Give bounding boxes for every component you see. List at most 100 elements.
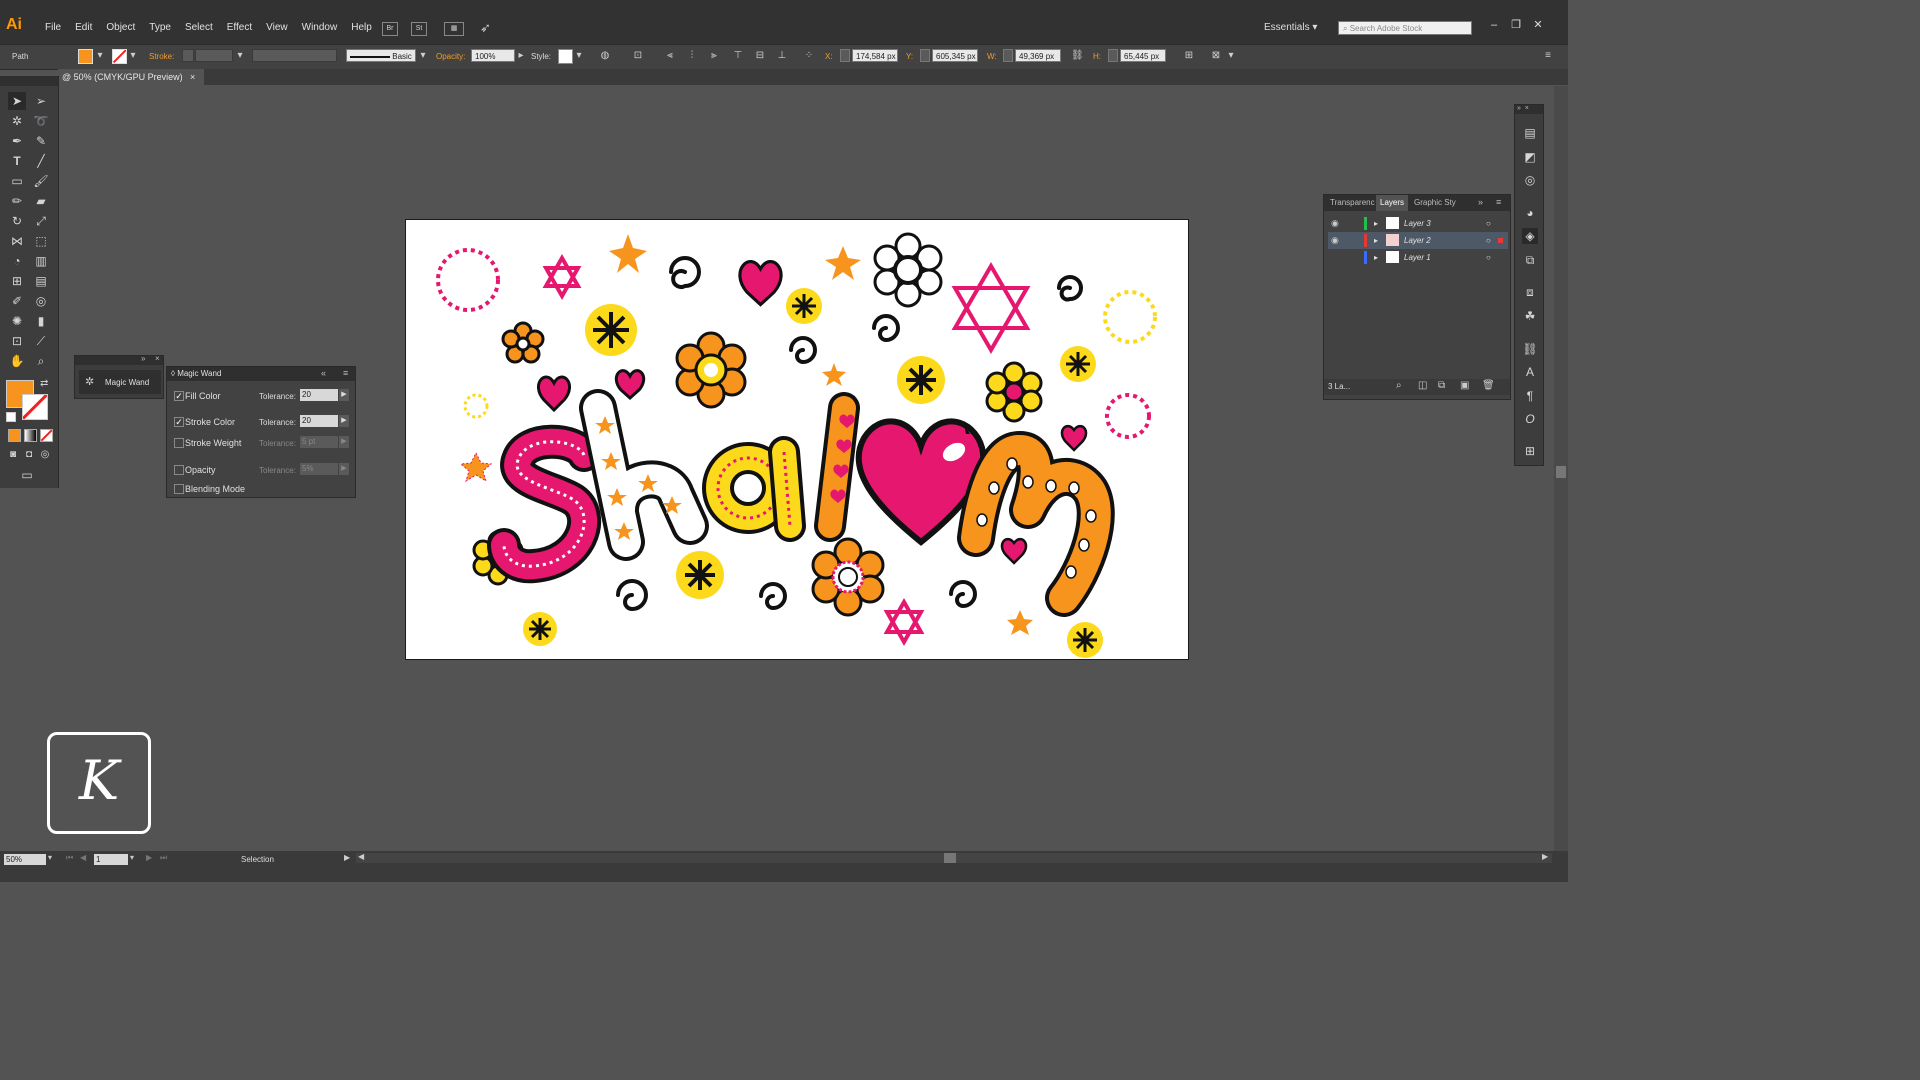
direct-selection-tool-icon[interactable]: ➢ (32, 92, 50, 110)
hand-tool-icon[interactable]: ✋ (8, 352, 26, 370)
panel-menu-icon[interactable]: ≡ (343, 368, 348, 378)
tab-layers[interactable]: Layers (1376, 195, 1409, 211)
stroke-color-swatch[interactable] (22, 394, 48, 420)
magic-wand-panel-header[interactable]: ◊ Magic Wand « ≡ (167, 367, 355, 381)
scroll-right-icon[interactable]: ▶ (1542, 852, 1548, 861)
target-circle-icon[interactable]: ○ (1486, 232, 1491, 249)
isolate-dropdown-icon[interactable]: ▾ (1225, 50, 1237, 62)
expand-layer-icon[interactable]: ▸ (1374, 232, 1378, 249)
brush-definition-field[interactable]: Basic (346, 49, 416, 62)
w-field[interactable]: 49,369 px (1015, 49, 1061, 62)
fill-dropdown-icon[interactable]: ▾ (94, 50, 106, 62)
locate-object-icon[interactable]: ⌕ (1396, 380, 1402, 391)
opentype-icon[interactable]: O (1522, 411, 1538, 427)
fill-swatch[interactable] (78, 49, 93, 64)
restore-button[interactable]: ❐ (1508, 18, 1524, 32)
target-circle-icon[interactable]: ○ (1486, 215, 1491, 232)
document-tab[interactable]: @ 50% (CMYK/GPU Preview) × (58, 69, 204, 85)
rectangle-tool-icon[interactable]: ▭ (8, 172, 26, 190)
stroke-color-checkbox[interactable]: ✓ (174, 417, 184, 427)
magic-wand-panel-button[interactable]: ✲ Magic Wand (79, 370, 161, 394)
graphic-style-swatch[interactable] (558, 49, 573, 64)
collapse-icon[interactable]: » (141, 354, 145, 363)
symbol-sprayer-tool-icon[interactable]: ✺ (8, 312, 26, 330)
next-artboard-icon[interactable]: ▶ (146, 853, 152, 862)
table-panel-icon[interactable]: ⊞ (1522, 443, 1538, 459)
layer-row-2[interactable]: ◉ ▸ Layer 2 ○ (1328, 232, 1508, 249)
isolate-icon[interactable]: ⊠ (1210, 50, 1222, 62)
stroke-label[interactable]: Stroke: (149, 52, 174, 61)
fill-tolerance-field[interactable]: 20 (300, 389, 338, 401)
selection-indicator[interactable] (1498, 238, 1503, 243)
menu-object[interactable]: Object (99, 22, 142, 33)
opacity-label[interactable]: Opacity: (436, 52, 465, 61)
asset-export-icon[interactable]: ⧈ (1522, 284, 1538, 300)
bridge-icon[interactable]: Br (382, 22, 398, 36)
zoom-dropdown-icon[interactable]: ▾ (48, 853, 52, 862)
character-icon[interactable]: A (1522, 364, 1538, 380)
arrange-documents-icon[interactable]: ▦ (444, 22, 464, 36)
orange-star-selected[interactable] (459, 451, 493, 483)
opacity-tolerance-field[interactable]: 5% (300, 463, 338, 475)
dock-header[interactable]: » × (1515, 105, 1543, 114)
slice-tool-icon[interactable]: ⟋ (32, 332, 50, 350)
collapsed-panel-header[interactable]: » × (75, 354, 163, 365)
stroke-tolerance-arrow-icon[interactable]: ▶ (339, 415, 349, 427)
fill-tolerance-arrow-icon[interactable]: ▶ (339, 389, 349, 401)
artboard[interactable] (405, 219, 1189, 660)
constrain-proportions-icon[interactable]: ⛓ (1071, 50, 1084, 62)
align-left-icon[interactable]: ⫷ (664, 50, 676, 62)
eraser-tool-icon[interactable]: ▰ (32, 192, 50, 210)
none-mode-icon[interactable] (40, 429, 53, 442)
reference-point-icon[interactable]: ⁘ (803, 50, 815, 62)
selection-tool-icon[interactable]: ➤ (8, 92, 26, 110)
blend-tool-icon[interactable]: ◎ (32, 292, 50, 310)
y-stepper[interactable] (920, 49, 930, 62)
opacity-tolerance-arrow-icon[interactable]: ▶ (339, 463, 349, 475)
menu-window[interactable]: Window (295, 22, 345, 33)
opacity-checkbox[interactable] (174, 465, 184, 475)
control-panel-menu-icon[interactable]: ≡ (1542, 50, 1554, 62)
horizontal-scroll-thumb[interactable] (944, 853, 956, 863)
stroke-swatch[interactable] (112, 49, 127, 64)
align-center-icon[interactable]: ⫶ (686, 50, 698, 62)
appearance-icon[interactable]: ◎ (1522, 172, 1538, 188)
gradient-tool-icon[interactable]: ▤ (32, 272, 50, 290)
change-screen-mode-icon[interactable]: ▭ (18, 466, 36, 484)
variable-width-field[interactable] (252, 49, 337, 62)
links-icon[interactable]: ⛓ (1522, 341, 1538, 357)
expand-tabs-icon[interactable]: » (1478, 197, 1483, 207)
stroke-dropdown-icon[interactable]: ▾ (127, 50, 139, 62)
new-layer-icon[interactable]: ▣ (1460, 380, 1469, 391)
shape-builder-tool-icon[interactable]: ◔ (8, 252, 26, 270)
menu-type[interactable]: Type (142, 22, 178, 33)
align-to-icon[interactable]: ⊡ (632, 50, 644, 62)
paintbrush-tool-icon[interactable]: 🖌 (32, 172, 50, 190)
collapse-panel-icon[interactable]: « (321, 368, 326, 378)
first-artboard-icon[interactable]: ⏮ (66, 853, 73, 863)
perspective-grid-tool-icon[interactable]: ▥ (32, 252, 50, 270)
type-tool-icon[interactable]: T (8, 152, 26, 170)
artboard-tool-icon[interactable]: ⊡ (8, 332, 26, 350)
default-colors-icon[interactable] (6, 412, 16, 422)
eyedropper-tool-icon[interactable]: ✐ (8, 292, 26, 310)
opacity-arrow-icon[interactable]: ▸ (515, 50, 527, 62)
stroke-weight-field[interactable] (195, 49, 233, 62)
horizontal-scrollbar[interactable]: ◀ ▶ (356, 852, 1552, 863)
previous-artboard-icon[interactable]: ◀ (80, 853, 86, 862)
clipping-mask-icon[interactable]: ◫ (1418, 380, 1427, 391)
menu-file[interactable]: File (38, 22, 68, 33)
status-menu-arrow-icon[interactable]: ▶ (344, 853, 350, 862)
free-transform-tool-icon[interactable]: ⬚ (32, 232, 50, 250)
stroke-tolerance-field[interactable]: 20 (300, 415, 338, 427)
lasso-tool-icon[interactable]: ➰ (32, 112, 50, 130)
paragraph-icon[interactable]: ¶ (1522, 388, 1538, 404)
color-guide-icon[interactable]: ☘ (1522, 308, 1538, 324)
recolor-artwork-icon[interactable]: ◍ (599, 50, 611, 62)
new-sublayer-icon[interactable]: ⧉ (1438, 380, 1445, 391)
layers-panel-icon[interactable]: ◈ (1522, 228, 1538, 244)
close-panel-icon[interactable]: × (155, 354, 160, 363)
menu-select[interactable]: Select (178, 22, 220, 33)
minimize-button[interactable]: – (1486, 18, 1502, 32)
visibility-eye-icon[interactable]: ◉ (1331, 215, 1339, 232)
